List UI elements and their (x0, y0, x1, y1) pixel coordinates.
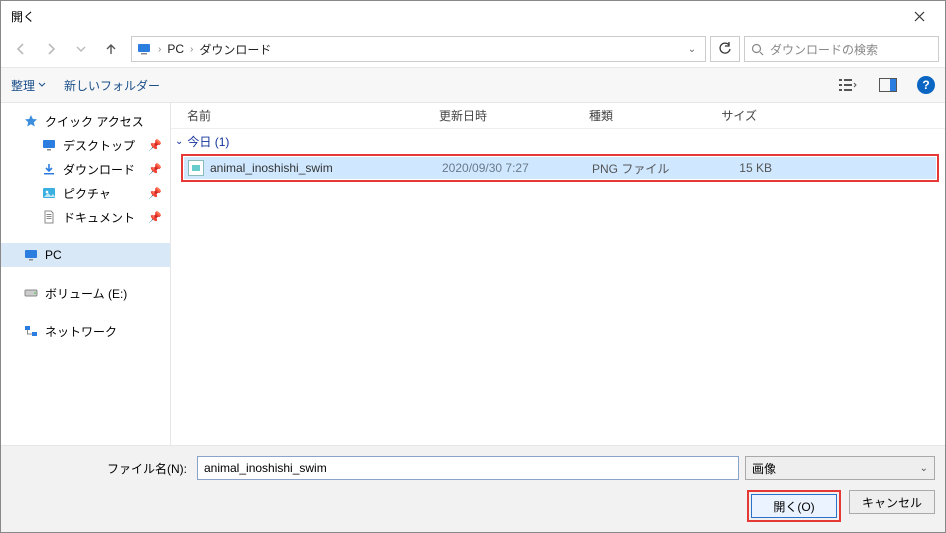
preview-pane-icon (879, 78, 897, 92)
nav-label: デスクトップ (63, 137, 135, 154)
open-file-dialog: 開く › PC › ダウンロード ⌄ (0, 0, 946, 533)
new-folder-button[interactable]: 新しいフォルダー (64, 77, 160, 94)
file-type: PNG ファイル (592, 160, 702, 177)
organize-button[interactable]: 整理 (11, 77, 46, 94)
organize-label: 整理 (11, 77, 35, 94)
breadcrumb-sep-icon: › (190, 44, 193, 55)
filter-label: 画像 (752, 460, 776, 477)
desktop-icon (41, 137, 57, 153)
refresh-button[interactable] (710, 36, 740, 62)
nav-quick-access[interactable]: クイック アクセス (1, 109, 170, 133)
column-header-row: 名前 更新日時 種類 サイズ (171, 103, 945, 129)
drive-icon (23, 285, 39, 301)
breadcrumb-sep-icon: › (158, 44, 161, 55)
nav-pictures[interactable]: ピクチャ 📌 (1, 181, 170, 205)
cancel-label: キャンセル (862, 494, 922, 511)
titlebar: 開く (1, 1, 945, 31)
new-folder-label: 新しいフォルダー (64, 77, 160, 94)
search-icon (751, 43, 764, 56)
address-bar[interactable]: › PC › ダウンロード ⌄ (131, 36, 706, 62)
chevron-down-icon (38, 81, 46, 89)
nav-tree: クイック アクセス デスクトップ 📌 ダウンロード 📌 ピクチャ 📌 ドキュメン… (1, 103, 171, 445)
refresh-icon (718, 42, 732, 56)
cancel-button[interactable]: キャンセル (849, 490, 935, 514)
body: クイック アクセス デスクトップ 📌 ダウンロード 📌 ピクチャ 📌 ドキュメン… (1, 103, 945, 445)
star-icon (23, 113, 39, 129)
chevron-down-icon (76, 44, 86, 54)
search-input[interactable]: ダウンロードの検索 (744, 36, 939, 62)
pc-icon (23, 247, 39, 263)
nav-pc[interactable]: PC (1, 243, 170, 267)
nav-volume-e[interactable]: ボリューム (E:) (1, 281, 170, 305)
nav-label: ダウンロード (63, 161, 135, 178)
nav-desktop[interactable]: デスクトップ 📌 (1, 133, 170, 157)
nav-documents[interactable]: ドキュメント 📌 (1, 205, 170, 229)
back-button[interactable] (7, 36, 35, 62)
pin-icon: 📌 (148, 187, 162, 200)
help-button[interactable]: ? (917, 76, 935, 94)
download-icon (41, 161, 57, 177)
nav-label: ドキュメント (63, 209, 135, 226)
breadcrumb-folder[interactable]: ダウンロード (199, 41, 271, 58)
file-name: animal_inoshishi_swim (210, 161, 442, 175)
close-icon (914, 11, 925, 22)
open-label: 開く(O) (773, 498, 814, 515)
address-dropdown[interactable]: ⌄ (683, 44, 701, 55)
forward-button[interactable] (37, 36, 65, 62)
chevron-down-icon: ⌄ (920, 463, 928, 474)
column-header-date[interactable]: 更新日時 (433, 107, 583, 124)
file-type-filter[interactable]: 画像 ⌄ (745, 456, 935, 480)
footer: ファイル名(N): 画像 ⌄ 開く(O) キャンセル (1, 445, 945, 532)
filename-label: ファイル名(N): (11, 460, 191, 477)
list-view-icon (839, 78, 857, 92)
group-label: 今日 (1) (187, 133, 229, 150)
column-header-name[interactable]: 名前 (181, 107, 433, 124)
search-placeholder: ダウンロードの検索 (770, 41, 878, 58)
column-header-type[interactable]: 種類 (583, 107, 693, 124)
help-icon: ? (922, 78, 929, 92)
close-button[interactable] (899, 2, 939, 30)
navigation-row: › PC › ダウンロード ⌄ ダウンロードの検索 (1, 31, 945, 67)
chevron-down-icon: ⌄ (175, 136, 183, 147)
open-button[interactable]: 開く(O) (751, 494, 837, 518)
breadcrumb-root[interactable]: PC (167, 42, 184, 56)
nav-label: ピクチャ (63, 185, 111, 202)
arrow-left-icon (14, 42, 28, 56)
group-header-today[interactable]: ⌄ 今日 (1) (171, 129, 945, 153)
document-icon (41, 209, 57, 225)
file-list: 名前 更新日時 種類 サイズ ⌄ 今日 (1) animal_inoshishi… (171, 103, 945, 445)
toolbar: 整理 新しいフォルダー ? (1, 67, 945, 103)
file-size: 15 KB (702, 161, 772, 175)
highlighted-file-marker: animal_inoshishi_swim 2020/09/30 7:27 PN… (181, 154, 939, 182)
nav-network[interactable]: ネットワーク (1, 319, 170, 343)
nav-label: ネットワーク (45, 323, 117, 340)
column-header-size[interactable]: サイズ (693, 107, 763, 124)
view-options-button[interactable] (837, 74, 859, 96)
file-row[interactable]: animal_inoshishi_swim 2020/09/30 7:27 PN… (184, 157, 936, 179)
recent-button[interactable] (67, 36, 95, 62)
image-file-icon (188, 160, 204, 176)
pin-icon: 📌 (148, 211, 162, 224)
arrow-right-icon (44, 42, 58, 56)
picture-icon (41, 185, 57, 201)
nav-downloads[interactable]: ダウンロード 📌 (1, 157, 170, 181)
filename-input[interactable] (197, 456, 739, 480)
nav-label: ボリューム (E:) (45, 285, 127, 302)
network-icon (23, 323, 39, 339)
pin-icon: 📌 (148, 163, 162, 176)
nav-label: クイック アクセス (45, 113, 144, 130)
pin-icon: 📌 (148, 139, 162, 152)
nav-label: PC (45, 248, 62, 262)
highlighted-open-marker: 開く(O) (747, 490, 841, 522)
preview-pane-button[interactable] (877, 74, 899, 96)
arrow-up-icon (104, 42, 118, 56)
up-button[interactable] (97, 36, 125, 62)
pc-icon (136, 41, 152, 57)
file-date: 2020/09/30 7:27 (442, 161, 592, 175)
dialog-title: 開く (7, 8, 35, 25)
